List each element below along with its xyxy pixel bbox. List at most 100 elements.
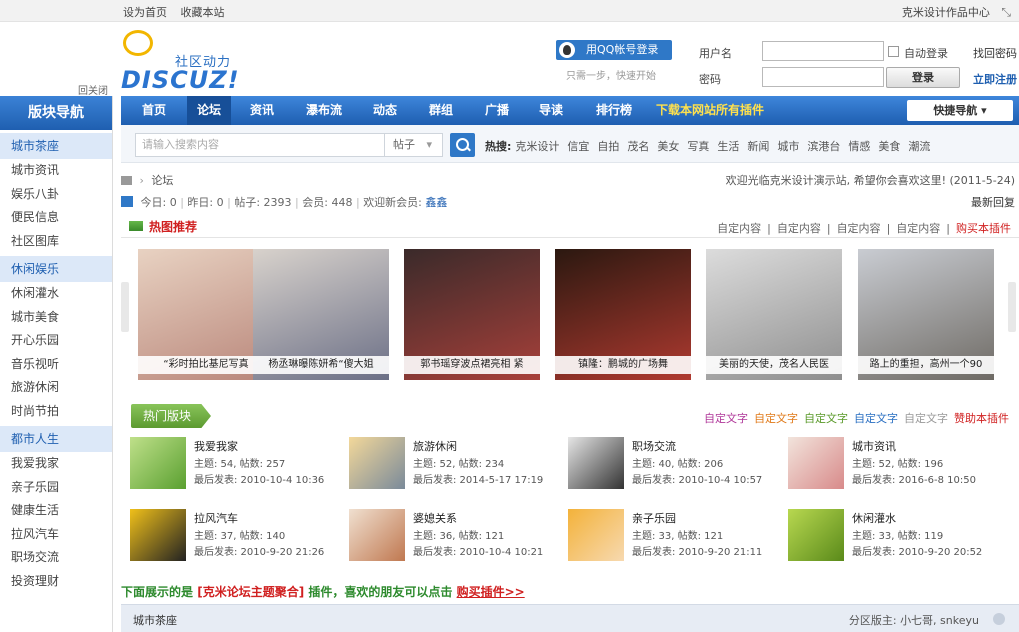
sidebar-item[interactable]: 职场交流 xyxy=(0,546,112,570)
custom-content-link[interactable]: 自定内容 xyxy=(837,222,881,235)
sidebar-item[interactable]: 投资理财 xyxy=(0,570,112,594)
hot-search-term[interactable]: 克米设计 xyxy=(515,140,559,153)
forum-name[interactable]: 城市资讯 xyxy=(852,438,896,454)
forgot-password-link[interactable]: 找回密码 xyxy=(973,45,1017,61)
nav-item[interactable]: 排行榜 xyxy=(586,96,642,125)
search-scope-select[interactable]: 帖子 ▾ xyxy=(385,133,443,157)
sidebar-item[interactable]: 旅游休闲 xyxy=(0,376,112,400)
bookmark-link[interactable]: 收藏本站 xyxy=(181,6,225,19)
custom-text-link[interactable]: 自定文字 xyxy=(704,412,748,425)
hot-search-term[interactable]: 新闻 xyxy=(747,140,769,153)
custom-content-link[interactable]: 自定内容 xyxy=(717,222,761,235)
stat-newest-member[interactable]: 鑫鑫 xyxy=(425,196,447,209)
sidebar-item[interactable]: 亲子乐园 xyxy=(0,476,112,500)
sidebar-item[interactable]: 城市资讯 xyxy=(0,159,112,183)
sidebar-category[interactable]: 休闲娱乐 xyxy=(0,256,112,282)
hot-search-term[interactable]: 茂名 xyxy=(627,140,649,153)
forum-thumbnail[interactable] xyxy=(568,509,624,561)
nav-item[interactable]: 首页 xyxy=(135,96,173,125)
forum-item[interactable]: 旅游休闲 主题: 52, 帖数: 234 最后发表: 2014-5-17 17:19 xyxy=(349,437,564,493)
fullscreen-icon[interactable]: ⤡ xyxy=(1001,5,1011,19)
zone-name[interactable]: 城市茶座 xyxy=(133,612,177,628)
hot-search-term[interactable]: 信宜 xyxy=(567,140,589,153)
custom-text-link[interactable]: 自定文字 xyxy=(904,412,948,425)
hot-search-term[interactable]: 城市 xyxy=(777,140,799,153)
latest-reply-link[interactable]: 最新回复 xyxy=(971,194,1015,210)
sidebar-item[interactable]: 娱乐八卦 xyxy=(0,183,112,207)
custom-text-link[interactable]: 自定文字 xyxy=(854,412,898,425)
hot-picture[interactable]: 路上的重担，高州一个90 xyxy=(858,249,994,380)
forum-thumbnail[interactable] xyxy=(130,509,186,561)
forum-name[interactable]: 休闲灌水 xyxy=(852,510,896,526)
forum-name[interactable]: 职场交流 xyxy=(632,438,676,454)
custom-text-link[interactable]: 自定文字 xyxy=(754,412,798,425)
sidebar-item[interactable]: 社区图库 xyxy=(0,230,112,254)
sidebar-item[interactable]: 便民信息 xyxy=(0,206,112,230)
forum-name[interactable]: 旅游休闲 xyxy=(413,438,457,454)
sidebar-item[interactable]: 健康生活 xyxy=(0,499,112,523)
forum-name[interactable]: 拉风汽车 xyxy=(194,510,238,526)
forum-thumbnail[interactable] xyxy=(788,437,844,489)
password-input[interactable] xyxy=(762,67,884,87)
username-input[interactable] xyxy=(762,41,884,61)
custom-content-link[interactable]: 自定内容 xyxy=(777,222,821,235)
hot-picture[interactable]: 郭书瑶穿波点裙亮相 紧 xyxy=(404,249,540,380)
sidebar-item[interactable]: 音乐视听 xyxy=(0,353,112,377)
hot-search-term[interactable]: 情感 xyxy=(848,140,870,153)
forum-item[interactable]: 城市资讯 主题: 52, 帖数: 196 最后发表: 2016-6-8 10:50 xyxy=(788,437,1003,493)
hot-search-term[interactable]: 写真 xyxy=(687,140,709,153)
collapse-icon[interactable] xyxy=(993,613,1005,625)
forum-item[interactable]: 我爱我家 主题: 54, 帖数: 257 最后发表: 2010-10-4 10:36 xyxy=(130,437,345,493)
custom-text-link[interactable]: 自定文字 xyxy=(804,412,848,425)
nav-item[interactable]: 群组 xyxy=(421,96,461,125)
login-button[interactable]: 登录 xyxy=(886,67,960,88)
custom-text-link[interactable]: 赞助本插件 xyxy=(954,412,1009,425)
forum-thumbnail[interactable] xyxy=(349,509,405,561)
slider-prev-button[interactable] xyxy=(121,282,129,332)
sidebar-item[interactable]: 拉风汽车 xyxy=(0,523,112,547)
search-button[interactable] xyxy=(450,133,475,157)
hot-search-term[interactable]: 自拍 xyxy=(597,140,619,153)
sidebar-item[interactable]: 城市美食 xyxy=(0,306,112,330)
site-logo[interactable]: 社区动力 DISCUZ! xyxy=(121,30,251,94)
forum-item[interactable]: 婆媳关系 主题: 36, 帖数: 121 最后发表: 2010-10-4 10:21 xyxy=(349,509,564,565)
nav-item[interactable]: 瀑布流 xyxy=(297,96,351,125)
sidebar-item[interactable]: 我爱我家 xyxy=(0,452,112,476)
slider-next-button[interactable] xyxy=(1008,282,1016,332)
breadcrumb-current[interactable]: 论坛 xyxy=(151,174,173,187)
forum-item[interactable]: 休闲灌水 主题: 33, 帖数: 119 最后发表: 2010-9-20 20:52 xyxy=(788,509,1003,565)
quick-nav-button[interactable]: 快捷导航 ▾ xyxy=(907,100,1013,121)
sidebar-category[interactable]: 城市茶座 xyxy=(0,133,112,159)
design-center-link[interactable]: 克米设计作品中心 xyxy=(902,6,990,19)
sidebar-item[interactable]: 休闲灌水 xyxy=(0,282,112,306)
qq-login-button[interactable]: 用QQ帐号登录 xyxy=(556,40,672,60)
forum-item[interactable]: 职场交流 主题: 40, 帖数: 206 最后发表: 2010-10-4 10:57 xyxy=(568,437,783,493)
nav-download-plugins[interactable]: 下载本网站所有插件 xyxy=(656,96,764,125)
auto-login-checkbox[interactable] xyxy=(888,46,899,57)
forum-thumbnail[interactable] xyxy=(788,509,844,561)
sidebar-item[interactable]: 时尚节拍 xyxy=(0,400,112,424)
search-input[interactable]: 请输入搜索内容 xyxy=(135,133,385,157)
hot-picture[interactable]: 美丽的天使，茂名人民医 xyxy=(706,249,842,380)
zone-moderator-names[interactable]: 小七哥, snkeyu xyxy=(900,614,979,627)
hot-search-term[interactable]: 美女 xyxy=(657,140,679,153)
nav-item[interactable]: 广播 xyxy=(477,96,517,125)
forum-name[interactable]: 亲子乐园 xyxy=(632,510,676,526)
sidebar-category[interactable]: 都市人生 xyxy=(0,426,112,452)
nav-item[interactable]: 资讯 xyxy=(242,96,282,125)
forum-name[interactable]: 我爱我家 xyxy=(194,438,238,454)
custom-content-link[interactable]: 自定内容 xyxy=(896,222,940,235)
nav-item[interactable]: 动态 xyxy=(365,96,405,125)
forum-item[interactable]: 亲子乐园 主题: 33, 帖数: 121 最后发表: 2010-9-20 21:11 xyxy=(568,509,783,565)
hot-search-term[interactable]: 生活 xyxy=(717,140,739,153)
buy-plugin-link[interactable]: 购买本插件 xyxy=(956,222,1011,235)
hot-picture[interactable]: 镇隆：鹏城的广场舞 xyxy=(555,249,691,380)
nav-item[interactable]: 论坛 xyxy=(187,96,231,125)
nav-item[interactable]: 导读 xyxy=(531,96,571,125)
forum-thumbnail[interactable] xyxy=(349,437,405,489)
hot-search-term[interactable]: 潮流 xyxy=(908,140,930,153)
promo-plugin[interactable]: [克米论坛主题聚合] xyxy=(197,585,304,599)
buy-plugin-link[interactable]: 购买插件>> xyxy=(457,585,525,599)
hot-search-term[interactable]: 滨港台 xyxy=(807,140,840,153)
forum-thumbnail[interactable] xyxy=(130,437,186,489)
